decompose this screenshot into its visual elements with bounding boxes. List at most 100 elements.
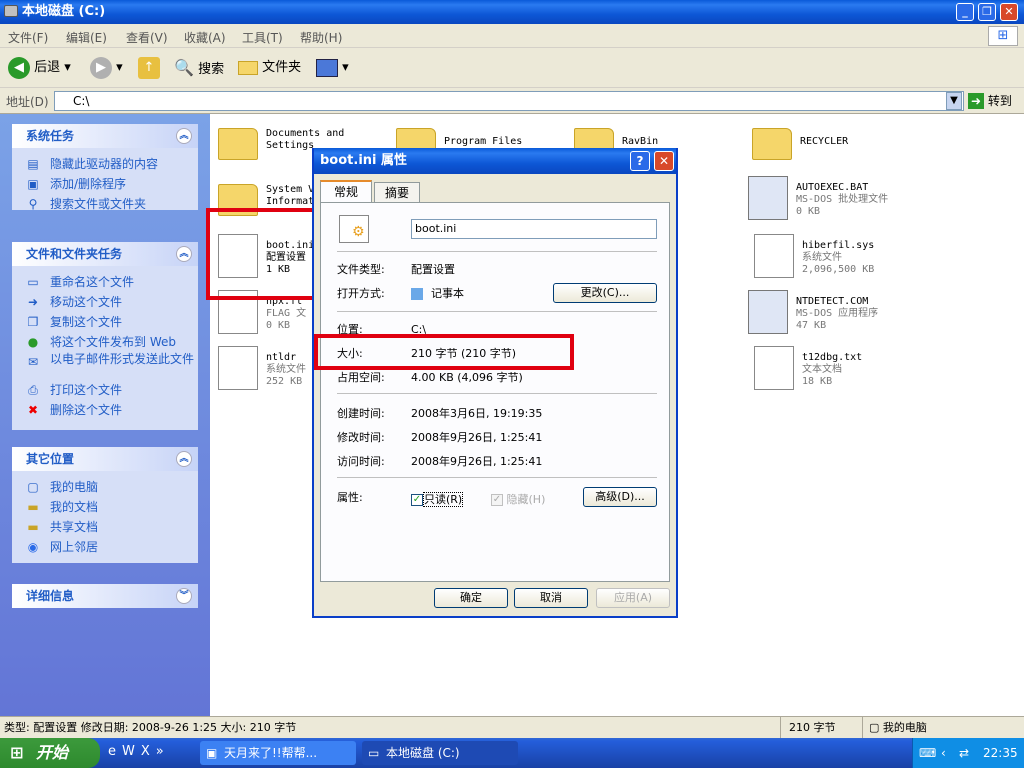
link-label: 隐藏此驱动器的内容 [50,157,159,171]
address-dropdown-button[interactable]: ▼ [946,92,962,110]
add-remove-programs-link[interactable]: ▣ 添加/删除程序 [12,174,198,194]
search-label: 搜索 [198,62,225,77]
keyboard-icon[interactable]: ⌨ [919,738,936,768]
task-button-browser[interactable]: ▣ 天月来了!!帮帮... [200,741,356,765]
tab-general[interactable]: 常规 [320,180,372,203]
views-button[interactable]: ▾ [316,54,349,82]
rename-file-link[interactable]: ▭ 重命名这个文件 [12,272,198,292]
up-folder-button[interactable]: ↑ [138,54,160,82]
file-size: 0 KB [796,206,821,217]
type-value: 配置设置 [411,263,455,276]
menu-view[interactable]: 查看(V) [126,29,168,46]
move-icon: ➜ [27,295,39,309]
go-button[interactable]: ➜ 转到 [968,92,1012,109]
details-header[interactable]: 详细信息 ︾ [12,584,198,608]
printer-icon: ⎙ [28,383,38,397]
file-item[interactable]: NTDETECT.COM MS-DOS 应用程序 47 KB [748,290,918,340]
address-input[interactable]: C:\ [54,91,964,111]
word-icon[interactable]: W [122,744,141,759]
advanced-button[interactable]: 高级(D)... [583,487,657,507]
change-button[interactable]: 更改(C)... [553,283,657,303]
start-button[interactable]: ⊞ 开始 [0,738,100,768]
file-tasks-header[interactable]: 文件和文件夹任务 ︽ [12,242,198,266]
folders-label: 文件夹 [262,60,302,75]
file-item[interactable]: RECYCLER [752,122,922,172]
maximize-button[interactable]: ❐ [978,3,996,21]
file-name: RECYCLER [800,136,849,147]
link-label: 重命名这个文件 [50,275,135,289]
dialog-close-button[interactable]: ✕ [654,151,674,171]
network-icon[interactable]: ⇄ [959,738,969,768]
filename-input[interactable]: boot.ini [411,219,657,239]
file-name: Program Files [444,136,523,147]
menu-tools[interactable]: 工具(T) [242,29,283,46]
documents-folder-icon: ▬ [27,500,39,514]
hide-drive-contents-link[interactable]: ▤ 隐藏此驱动器的内容 [12,154,198,174]
excel-icon[interactable]: X [141,744,156,759]
ok-button[interactable]: 确定 [434,588,508,608]
views-icon [316,58,338,77]
task-pane: 系统任务 ︽ ▤ 隐藏此驱动器的内容 ▣ 添加/删除程序 ⚲ 搜索文件或文件夹 文件和文… [0,114,210,716]
windows-flag-icon: ⊞ [10,743,24,762]
print-file-link[interactable]: ⎙ 打印这个文件 [12,380,198,400]
folders-button[interactable]: 文件夹 [238,54,301,82]
folder-icon [238,60,258,75]
task-button-explorer[interactable]: ▭ 本地磁盘 (C:) [362,741,518,765]
ie-icon[interactable]: e [108,744,122,759]
menu-favorites[interactable]: 收藏(A) [184,29,226,46]
file-name: ntldr [266,352,297,363]
collapse-icon[interactable]: ︽ [176,451,192,467]
back-button[interactable]: ◀ 后退 ▾ [8,54,71,82]
file-type: 系统文件 [802,252,842,263]
file-item[interactable]: t12dbg.txt 文本文档 18 KB [754,346,924,396]
readonly-checkbox[interactable]: ✓ 只读(R) [411,491,464,507]
batch-file-icon [748,176,788,220]
email-file-link[interactable]: ✉ 以电子邮件形式发送此文件 [12,352,198,380]
close-button[interactable]: ✕ [1000,3,1018,21]
move-file-link[interactable]: ➜ 移动这个文件 [12,292,198,312]
search-button[interactable]: 🔍 搜索 [174,54,224,82]
menu-edit[interactable]: 编辑(E) [66,29,107,46]
link-label: 打印这个文件 [50,383,123,397]
my-computer-link[interactable]: ▢ 我的电脑 [12,477,198,497]
shared-documents-link[interactable]: ▬ 共享文档 [12,517,198,537]
file-name: RavBin [622,136,659,147]
link-label: 删除这个文件 [50,403,123,417]
cancel-button[interactable]: 取消 [514,588,588,608]
search-files-link[interactable]: ⚲ 搜索文件或文件夹 [12,194,198,214]
tab-summary[interactable]: 摘要 [374,182,420,202]
opens-with-value: 记事本 [431,287,464,300]
accessed-label: 访问时间: [337,455,385,468]
other-places-header[interactable]: 其它位置 ︽ [12,447,198,471]
file-item[interactable]: AUTOEXEC.BAT MS-DOS 批处理文件 0 KB [748,176,918,226]
system-tasks-title: 系统任务 [26,129,75,143]
network-places-link[interactable]: ◉ 网上邻居 [12,537,198,557]
file-type: 文本文档 [802,364,842,375]
help-button[interactable]: ? [630,151,650,171]
menu-help[interactable]: 帮助(H) [300,29,342,46]
file-type: MS-DOS 批处理文件 [796,194,889,205]
hidden-checkbox[interactable]: ✓ 隐藏(H) [491,491,545,507]
my-documents-link[interactable]: ▬ 我的文档 [12,497,198,517]
publish-web-link[interactable]: ● 将这个文件发布到 Web [12,332,198,352]
forward-button[interactable]: ▶ ▾ [90,54,123,82]
more-icon[interactable]: » [156,744,170,759]
system-tasks-header[interactable]: 系统任务 ︽ [12,124,198,148]
minimize-button[interactable]: _ [956,3,974,21]
address-label: 地址(D) [6,95,49,109]
dialog-title: boot.ini 属性 [320,153,408,168]
up-folder-icon: ↑ [138,56,160,79]
menu-file[interactable]: 文件(F) [8,29,48,46]
copy-file-link[interactable]: ❐ 复制这个文件 [12,312,198,332]
modified-label: 修改时间: [337,431,385,444]
apply-button[interactable]: 应用(A) [596,588,670,608]
link-label: 以电子邮件形式发送此文件 [50,352,195,366]
go-label: 转到 [987,94,1012,108]
collapse-icon[interactable]: ︽ [176,246,192,262]
computer-icon: ▢ [27,480,39,494]
chevron-left-icon[interactable]: ‹ [941,738,946,768]
file-item[interactable]: hiberfil.sys 系统文件 2,096,500 KB [754,234,924,284]
collapse-icon[interactable]: ︽ [176,128,192,144]
expand-icon[interactable]: ︾ [176,588,192,604]
delete-file-link[interactable]: ✖ 删除这个文件 [12,400,198,420]
